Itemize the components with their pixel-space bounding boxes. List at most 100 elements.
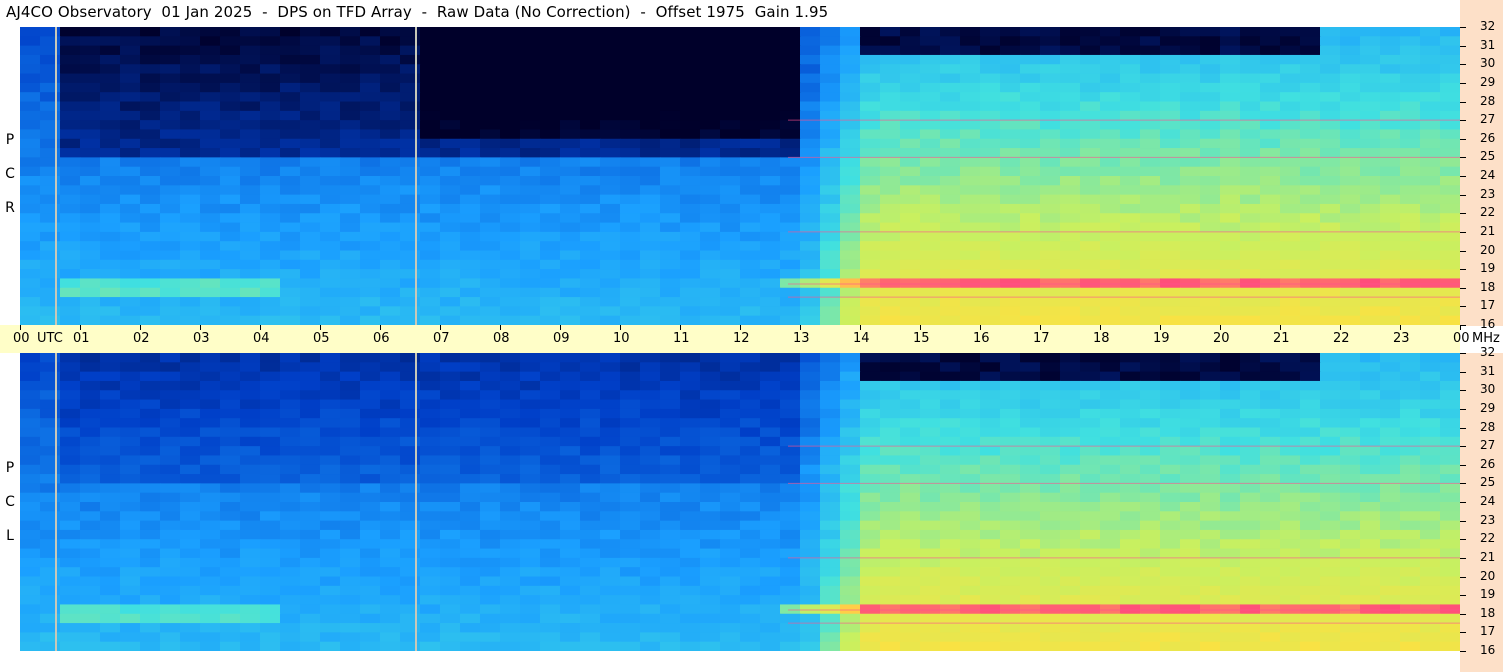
rcp-cell — [720, 110, 741, 121]
rcp-cell — [1060, 315, 1081, 325]
rcp-cell — [400, 241, 421, 252]
rcp-cell — [40, 120, 61, 131]
lcp-cell — [40, 446, 61, 457]
lcp-cell — [40, 455, 61, 466]
lcp-cell — [860, 418, 881, 429]
rcp-cell — [1380, 101, 1401, 112]
lcp-cell — [600, 539, 621, 550]
rcp-cell — [720, 148, 741, 158]
rcp-cell — [560, 45, 581, 56]
rcp-cell — [1060, 27, 1081, 37]
rcp-cell — [340, 138, 361, 149]
lcp-cell — [160, 585, 181, 596]
lcp-freq-tick-label: 18 — [1480, 605, 1496, 620]
lcp-cell — [880, 380, 901, 391]
rcp-cell — [780, 92, 801, 103]
lcp-cell — [1320, 529, 1341, 540]
lcp-cell — [1240, 576, 1261, 587]
lcp-cell — [1040, 446, 1061, 457]
rcp-cell — [900, 54, 921, 65]
rcp-cell — [400, 129, 421, 140]
lcp-cell — [320, 427, 341, 438]
lcp-cell — [900, 548, 921, 559]
rcp-cell — [1260, 36, 1281, 47]
rcp-cell — [680, 101, 701, 112]
lcp-cell — [840, 511, 861, 522]
lcp-cell — [400, 576, 421, 587]
lcp-cell — [500, 455, 521, 466]
lcp-cell — [840, 567, 861, 578]
lcp-cell — [780, 427, 801, 438]
rcp-cell — [800, 287, 821, 298]
lcp-cell — [1340, 511, 1361, 522]
lcp-cell — [60, 529, 81, 540]
rcp-cell — [300, 222, 321, 233]
rcp-cell — [320, 315, 341, 325]
rcp-cell — [1140, 278, 1161, 289]
rcp-cell — [700, 27, 721, 37]
chart-title: AJ4CO Observatory 01 Jan 2025 - DPS on T… — [6, 3, 829, 21]
rcp-cell — [780, 27, 801, 37]
rcp-cell — [1280, 166, 1301, 177]
rcp-cell — [260, 203, 281, 214]
rcp-cell — [1200, 120, 1221, 131]
rcp-cell — [780, 315, 801, 325]
utc-tick-label: 10 — [613, 331, 630, 346]
rcp-cell — [620, 73, 641, 84]
lcp-cell — [1360, 371, 1381, 382]
rcp-cell — [1040, 166, 1061, 177]
lcp-cell — [1100, 539, 1121, 550]
rcp-cell — [80, 287, 101, 298]
lcp-cell — [1200, 632, 1221, 643]
lcp-cell — [800, 511, 821, 522]
lcp-cell — [1200, 418, 1221, 429]
rcp-cell — [680, 222, 701, 233]
lcp-cell — [1000, 641, 1021, 651]
lcp-cell — [140, 464, 161, 475]
lcp-cell — [840, 604, 861, 615]
lcp-cell — [1160, 557, 1181, 568]
rcp-cell — [1300, 250, 1321, 261]
lcp-cell — [1380, 595, 1401, 606]
rcp-cell — [980, 250, 1001, 261]
rcp-cell — [380, 269, 401, 280]
lcp-cell — [1220, 641, 1241, 651]
rcp-cell — [820, 185, 841, 196]
rcp-cell — [40, 54, 61, 65]
rcp-cell — [460, 287, 481, 298]
rcp-cell — [180, 203, 201, 214]
lcp-cell — [320, 529, 341, 540]
lcp-cell — [1420, 427, 1441, 438]
rcp-freq-tick-label: 26 — [1480, 130, 1496, 145]
rcp-cell — [760, 297, 781, 307]
rcp-cell — [160, 250, 181, 261]
lcp-cell — [560, 548, 581, 559]
lcp-cell — [300, 418, 321, 429]
lcp-cell — [120, 418, 141, 429]
lcp-freq-tick-mark — [1460, 557, 1466, 559]
lcp-cell — [20, 362, 41, 373]
lcp-cell — [880, 483, 901, 494]
rcp-cell — [120, 176, 141, 186]
rcp-cell — [520, 259, 541, 270]
rcp-cell — [1140, 306, 1161, 317]
rcp-cell — [120, 129, 141, 140]
rcp-cell — [1200, 203, 1221, 214]
rcp-cell — [260, 45, 281, 56]
lcp-cell — [960, 567, 981, 578]
rcp-cell — [340, 185, 361, 196]
rcp-cell — [1280, 45, 1301, 56]
rcp-cell — [740, 36, 761, 47]
rcp-cell — [1400, 64, 1421, 75]
rcp-cell — [600, 315, 621, 325]
lcp-cell — [660, 483, 681, 494]
rcp-cell — [1440, 306, 1460, 317]
lcp-cell — [1340, 595, 1361, 606]
rcp-cell — [1020, 250, 1041, 261]
lcp-cell — [1320, 492, 1341, 503]
lcp-cell — [1160, 604, 1181, 615]
lcp-cell — [20, 623, 41, 633]
rcp-cell — [220, 213, 241, 224]
lcp-cell — [1260, 604, 1281, 615]
rcp-cell — [1380, 92, 1401, 103]
